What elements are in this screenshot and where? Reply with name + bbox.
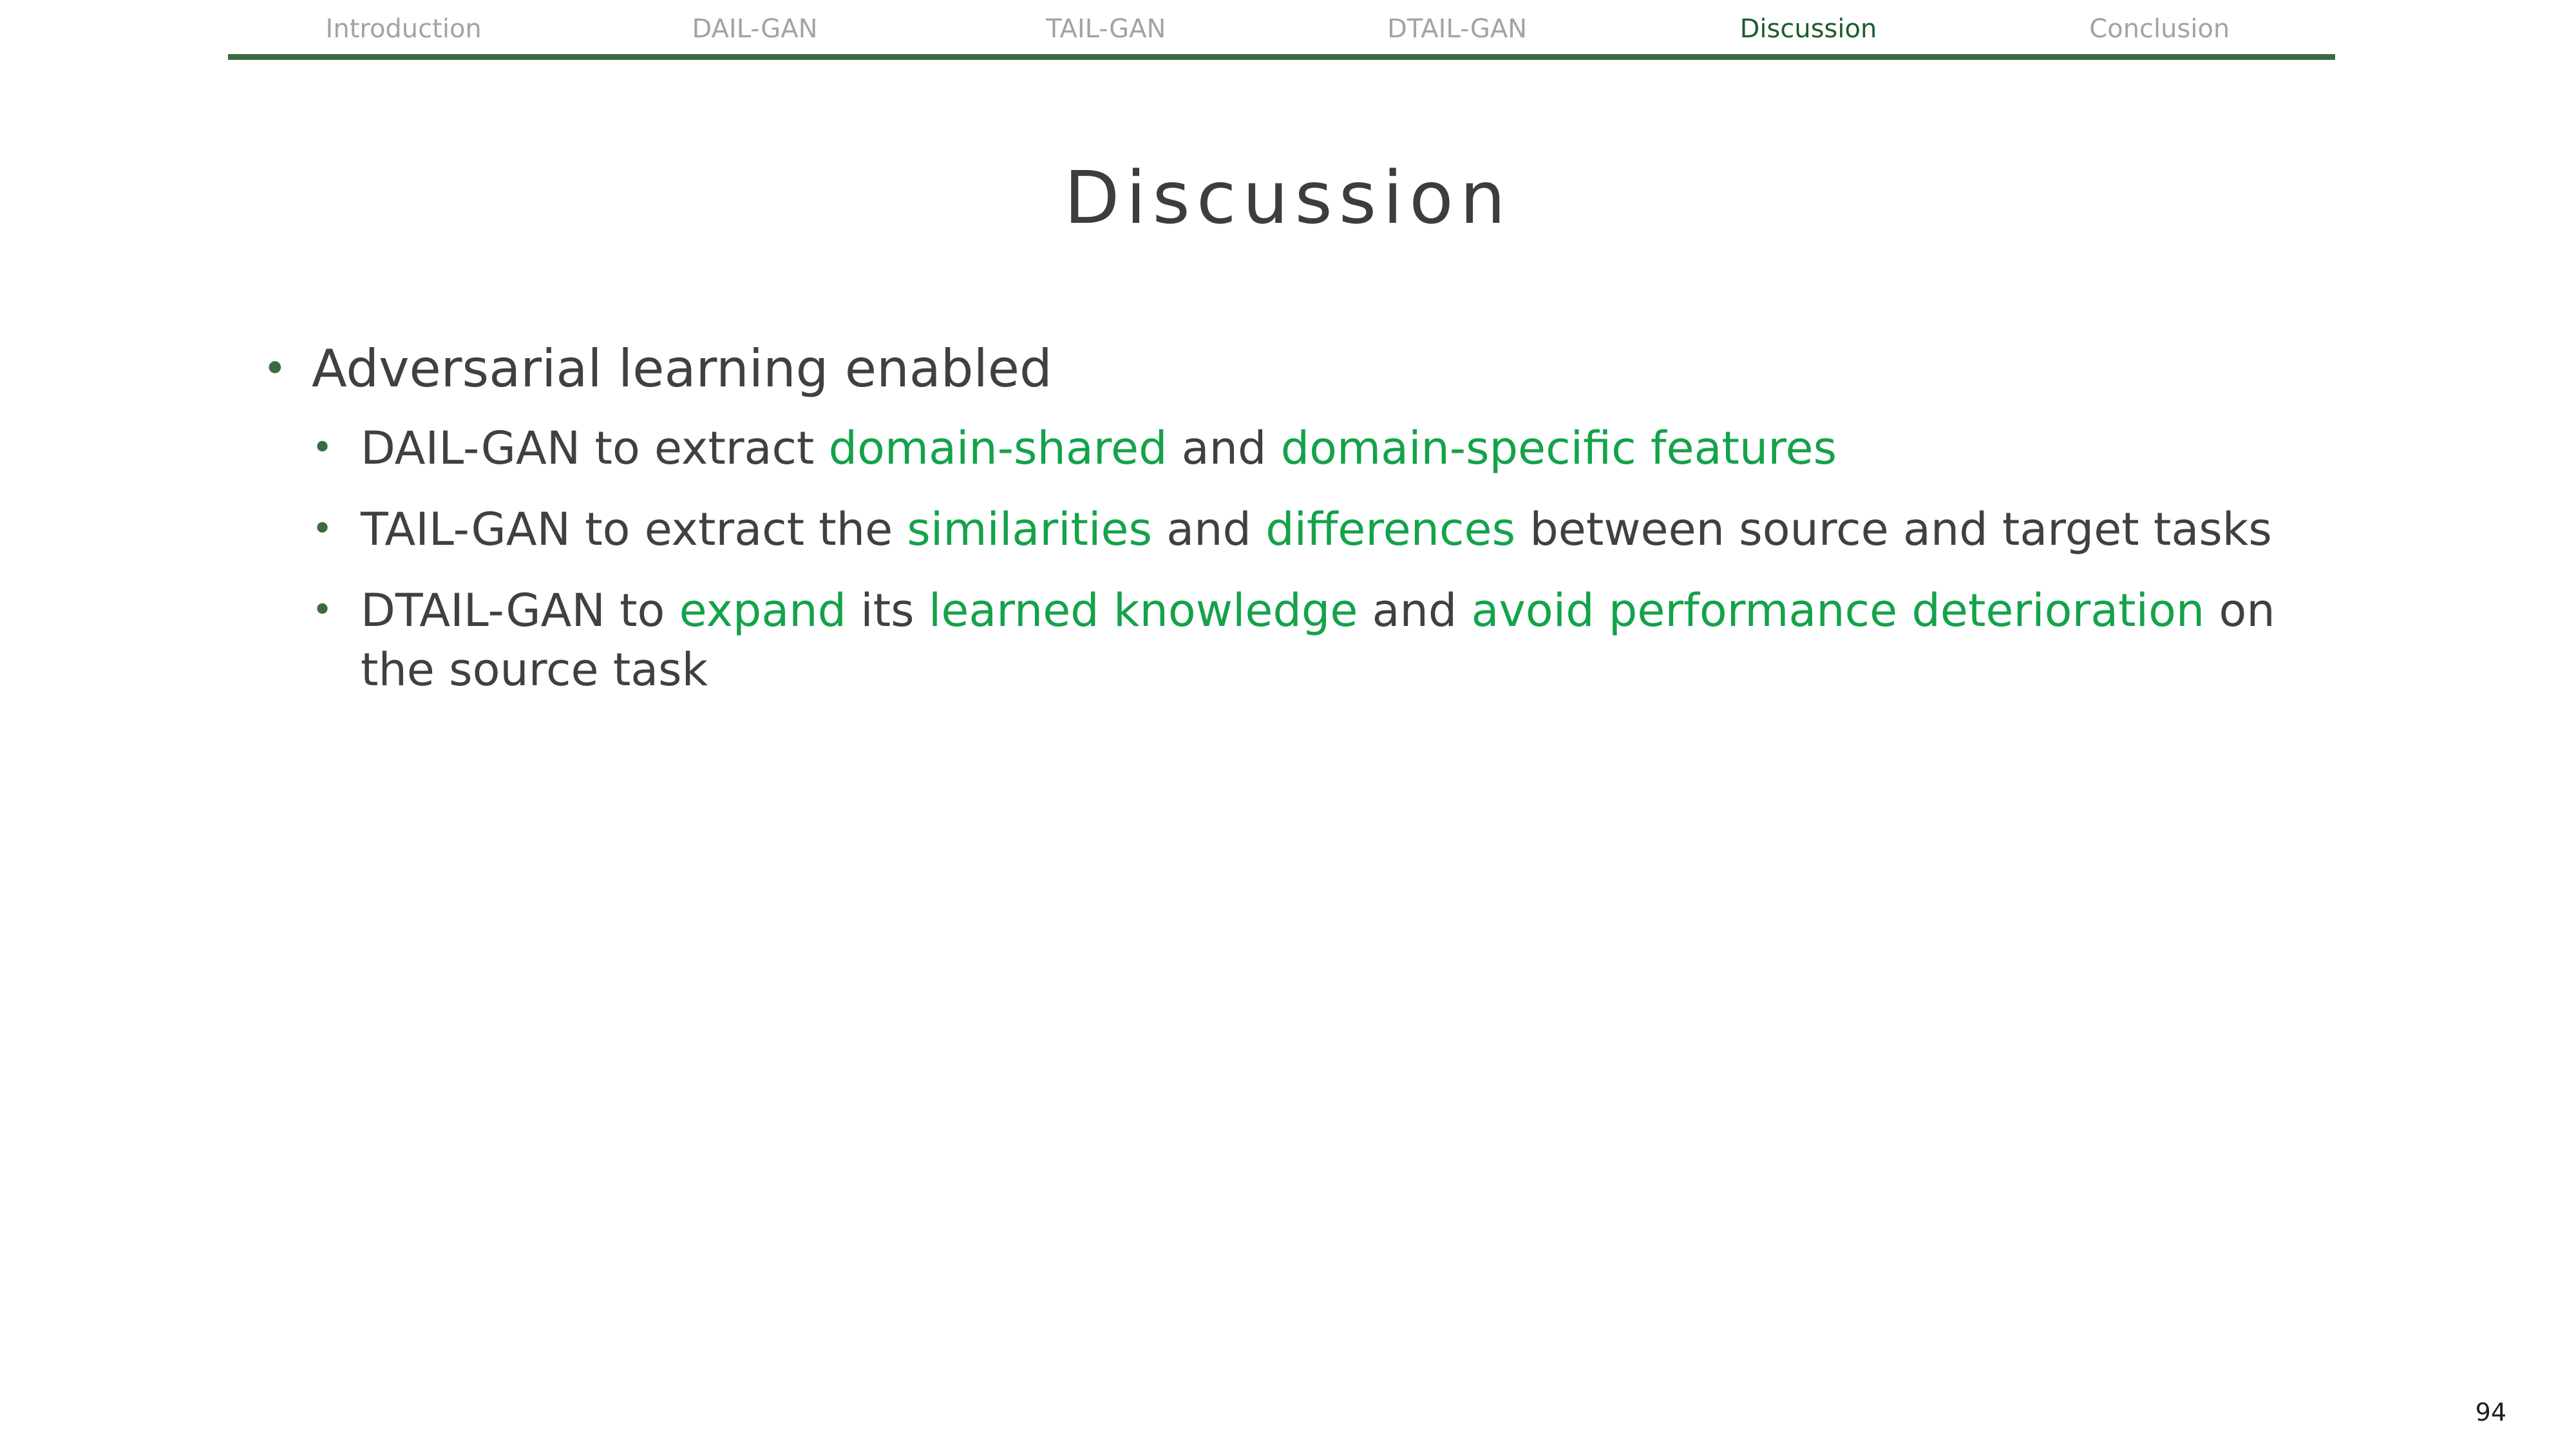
- sub-bullet-marker: •: [312, 508, 334, 550]
- nav-divider: [228, 54, 2335, 60]
- sub-bullet-tail-gan: TAIL-GAN to extract the similarities and…: [361, 500, 2331, 559]
- sub-bullet-dtail-gan: DTAIL-GAN to expand its learned knowledg…: [361, 581, 2331, 699]
- nav-item-dail-gan[interactable]: DAIL-GAN: [579, 9, 930, 49]
- section-nav: Introduction DAIL-GAN TAIL-GAN DTAIL-GAN…: [228, 9, 2335, 49]
- nav-item-tail-gan[interactable]: TAIL-GAN: [931, 9, 1282, 49]
- text-run: between source and target tasks: [1515, 503, 2272, 556]
- text-run: its: [846, 584, 929, 637]
- highlight-run: differences: [1265, 503, 1516, 556]
- highlight-run: domain-specific features: [1280, 422, 1837, 475]
- text-run: DAIL-GAN to extract: [361, 422, 829, 475]
- highlight-run: avoid performance deterioration: [1471, 584, 2205, 637]
- nav-item-discussion[interactable]: Discussion: [1633, 9, 1984, 49]
- text-run: and: [1151, 503, 1266, 556]
- slide: Introduction DAIL-GAN TAIL-GAN DTAIL-GAN…: [0, 0, 2576, 1449]
- nav-item-conclusion[interactable]: Conclusion: [1984, 9, 2335, 49]
- page-number: 94: [2475, 1398, 2506, 1426]
- sub-bullet-marker: •: [312, 589, 334, 631]
- highlight-run: learned knowledge: [928, 584, 1358, 637]
- sub-bullet-marker: •: [312, 427, 334, 469]
- text-run: and: [1167, 422, 1281, 475]
- text-run: TAIL-GAN to extract the: [361, 503, 907, 556]
- bullet-marker: •: [263, 345, 287, 393]
- bullet-main: Adversarial learning enabled: [312, 339, 1052, 399]
- slide-title: Discussion: [1064, 156, 1512, 240]
- highlight-run: expand: [679, 584, 847, 637]
- sub-bullet-dail-gan: DAIL-GAN to extract domain-shared and do…: [361, 419, 2331, 478]
- highlight-run: similarities: [907, 503, 1152, 556]
- nav-item-introduction[interactable]: Introduction: [228, 9, 579, 49]
- nav-item-dtail-gan[interactable]: DTAIL-GAN: [1282, 9, 1633, 49]
- text-run: DTAIL-GAN to: [361, 584, 679, 637]
- text-run: and: [1358, 584, 1472, 637]
- highlight-run: domain-shared: [828, 422, 1168, 475]
